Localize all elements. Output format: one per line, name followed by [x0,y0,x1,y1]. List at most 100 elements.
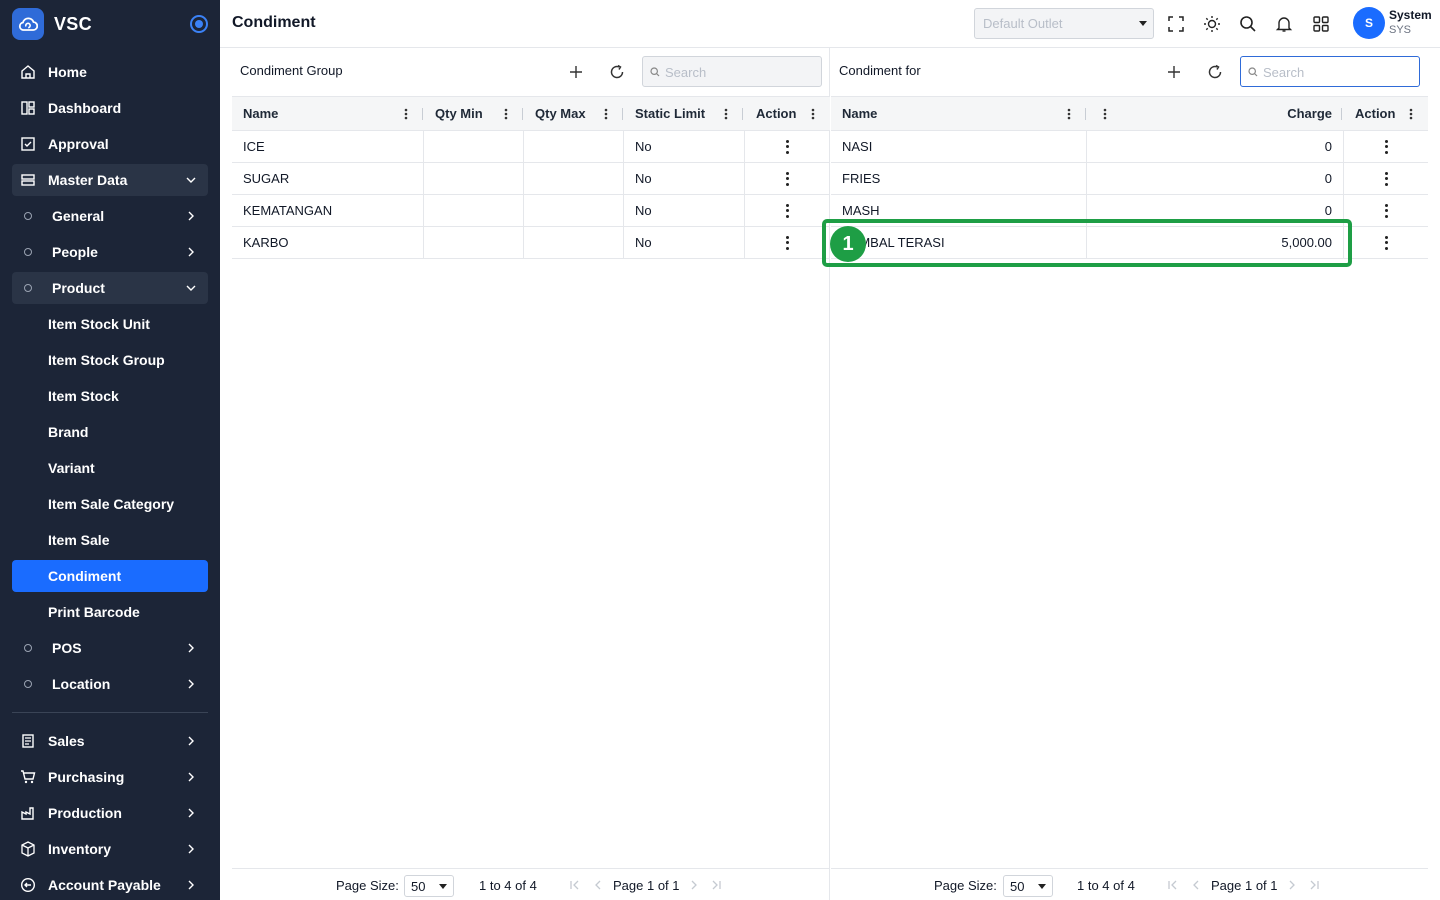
apps-grid-icon[interactable] [1309,12,1333,36]
sidebar-item-brand[interactable]: Brand [12,416,208,448]
condiment-for-table: Name Charge Action NASI 0 FRIES 0 MASH 0… [831,96,1428,259]
search-box[interactable] [1240,56,1420,87]
more-vertical-icon[interactable] [1384,139,1388,154]
more-vertical-icon[interactable] [1384,171,1388,186]
sidebar-item-home[interactable]: Home [12,56,208,88]
sidebar-item-inventory[interactable]: Inventory [12,833,208,865]
table-row[interactable]: MASH 0 [831,195,1428,227]
sidebar-item-location[interactable]: Location [12,668,208,700]
cell-name: MASH [831,195,1087,226]
sidebar-item-label: Inventory [48,841,112,857]
cell-qty-max [524,227,624,258]
sidebar-item-label: Sales [48,733,85,749]
search-box[interactable] [642,56,822,87]
chevron-right-icon [188,808,194,818]
more-vertical-icon[interactable] [1384,203,1388,218]
sidebar-item-item-stock-group[interactable]: Item Stock Group [12,344,208,376]
more-vertical-icon[interactable] [1384,235,1388,250]
sidebar-item-item-stock[interactable]: Item Stock [12,380,208,412]
sidebar-toggle-icon[interactable] [190,15,208,33]
brand[interactable]: VSC [0,0,220,48]
table-row[interactable]: FRIES 0 [831,163,1428,195]
more-vertical-icon[interactable] [786,171,790,186]
sidebar-item-label: Account Payable [48,877,161,893]
sidebar-item-item-sale[interactable]: Item Sale [12,524,208,556]
table-row[interactable]: KARBO No [232,227,830,259]
table-row[interactable]: SUGAR No [232,163,830,195]
last-page-icon[interactable] [1308,879,1320,891]
column-separator[interactable] [522,108,523,120]
add-icon[interactable] [1163,61,1185,83]
column-separator[interactable] [742,108,743,120]
table-row[interactable]: NASI 0 [831,131,1428,163]
sidebar-item-approval[interactable]: Approval [12,128,208,160]
column-separator[interactable] [622,108,623,120]
column-menu-icon[interactable] [724,108,728,120]
sidebar-item-master-data[interactable]: Master Data [12,164,208,196]
sidebar-item-people[interactable]: People [12,236,208,268]
table-row[interactable]: SAMBAL TERASI 5,000.00 [831,227,1428,259]
sidebar-item-pos[interactable]: POS [12,632,208,664]
more-vertical-icon[interactable] [786,139,790,154]
table-row[interactable]: ICE No [232,131,830,163]
sidebar-item-purchasing[interactable]: Purchasing [12,761,208,793]
next-page-icon[interactable] [1286,879,1298,891]
column-menu-icon[interactable] [504,108,508,120]
fullscreen-icon[interactable] [1164,12,1188,36]
outlet-select[interactable]: Default Outlet [974,8,1154,39]
condiment-group-panel: Condiment Group Name Qty Min Qty Max Sta… [220,48,830,900]
circle-icon [24,644,32,652]
column-menu-icon[interactable] [404,108,408,120]
sidebar-item-item-stock-unit[interactable]: Item Stock Unit [12,308,208,340]
column-header-name[interactable]: Name [232,97,422,130]
more-vertical-icon[interactable] [786,235,790,250]
sidebar-item-product[interactable]: Product [12,272,208,304]
pagination-bar: Page Size: 50 1 to 4 of 4 Page 1 of 1 [831,868,1428,900]
sidebar-item-condiment[interactable]: Condiment [12,560,208,592]
column-header-action[interactable]: Action [1344,97,1428,130]
prev-page-icon[interactable] [1190,879,1202,891]
column-header-name[interactable]: Name [831,97,1071,130]
page-size-select[interactable]: 50 [1003,875,1053,897]
search-input[interactable] [1263,63,1413,81]
column-menu-icon[interactable] [1409,108,1413,120]
sidebar-item-account-payable[interactable]: Account Payable [12,869,208,900]
column-menu-icon[interactable] [1103,108,1107,120]
prev-page-icon[interactable] [592,879,604,891]
column-menu-icon[interactable] [811,108,815,120]
column-separator[interactable] [1341,108,1342,120]
sun-icon[interactable] [1200,12,1224,36]
bell-icon[interactable] [1272,12,1296,36]
avatar[interactable]: S [1353,7,1385,39]
column-header-action[interactable]: Action [745,97,830,130]
page-size-select[interactable]: 50 [404,875,454,897]
page-title: Condiment [232,14,316,31]
sidebar-item-item-sale-category[interactable]: Item Sale Category [12,488,208,520]
more-vertical-icon[interactable] [786,203,790,218]
refresh-icon[interactable] [1204,61,1226,83]
column-separator[interactable] [1085,108,1086,120]
sidebar-item-dashboard[interactable]: Dashboard [12,92,208,124]
last-page-icon[interactable] [710,879,722,891]
column-menu-icon[interactable] [604,108,608,120]
cell-action [1343,163,1428,194]
next-page-icon[interactable] [688,879,700,891]
search-icon[interactable] [1236,12,1260,36]
column-header-charge[interactable]: Charge [1131,97,1343,130]
sidebar-item-production[interactable]: Production [12,797,208,829]
refresh-icon[interactable] [606,61,628,83]
column-menu-icon[interactable] [1067,108,1071,120]
sidebar-item-general[interactable]: General [12,200,208,232]
column-separator[interactable] [422,108,423,120]
sidebar-item-variant[interactable]: Variant [12,452,208,484]
table-row[interactable]: KEMATANGAN No [232,195,830,227]
circle-icon [24,248,32,256]
first-page-icon[interactable] [569,879,581,891]
first-page-icon[interactable] [1167,879,1179,891]
sidebar-item-sales[interactable]: Sales [12,725,208,757]
add-icon[interactable] [565,61,587,83]
search-input[interactable] [665,63,815,81]
sidebar-item-print-barcode[interactable]: Print Barcode [12,596,208,628]
table-header: Name Charge Action [831,96,1428,131]
condiment-group-table: Name Qty Min Qty Max Static Limit Action… [232,96,830,259]
